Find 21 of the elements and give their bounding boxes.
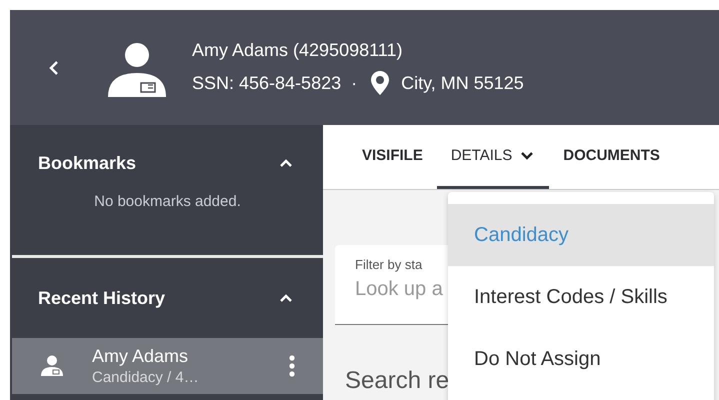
- section-title: Recent History: [38, 288, 166, 308]
- field-label: Filter by sta: [355, 257, 422, 272]
- location-pin-icon: [371, 71, 390, 95]
- search-heading: Search re: [345, 367, 450, 395]
- history-subtitle: Candidacy / 4…: [92, 369, 200, 386]
- tab[interactable]: DOCUMENTS: [549, 125, 674, 189]
- more-options-icon[interactable]: [289, 355, 295, 377]
- separator-dot: ·: [351, 72, 358, 94]
- location-text: City, MN 55125: [401, 72, 524, 94]
- menu-item[interactable]: Do Not Assign: [448, 328, 714, 390]
- empty-message: No bookmarks added.: [93, 193, 242, 210]
- menu-item[interactable]: Interest Codes / Skills: [448, 266, 714, 328]
- section-title: Bookmarks: [38, 152, 136, 174]
- field-placeholder: Look up a: [355, 278, 443, 301]
- tab[interactable]: VISIFILE: [349, 125, 437, 189]
- history-item[interactable]: Amy Adams Candidacy / 4…: [12, 338, 323, 394]
- candidate-name: Amy Adams (4295098111): [192, 40, 404, 61]
- ssn-text: SSN: 456-84-5823: [192, 72, 342, 94]
- tab[interactable]: DETAILS: [436, 125, 550, 189]
- person-badge-icon: [40, 355, 64, 377]
- history-name: Amy Adams: [92, 346, 190, 367]
